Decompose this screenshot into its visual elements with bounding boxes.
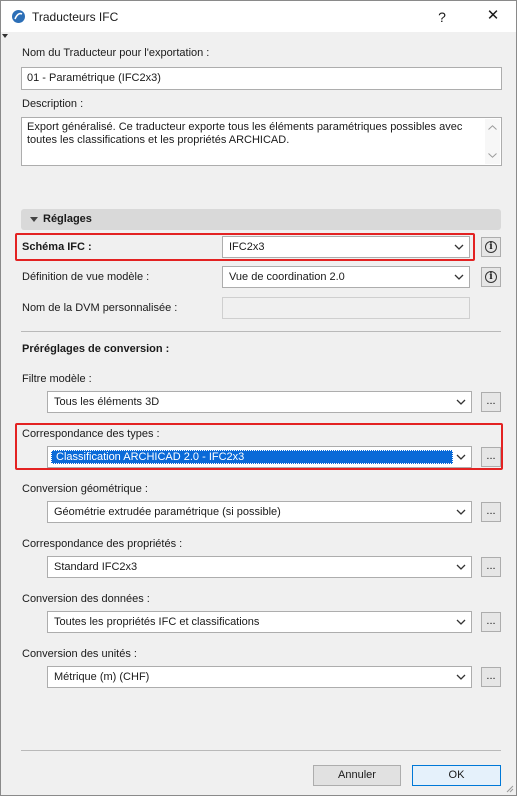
chevron-down-icon — [456, 509, 466, 515]
chevron-down-icon — [456, 564, 466, 570]
chevron-down-icon — [456, 454, 466, 460]
geometry-conversion-value: Géométrie extrudée paramétrique (si poss… — [54, 506, 281, 518]
data-conversion-label: Conversion des données : — [22, 593, 150, 605]
settings-section-title: Réglages — [43, 213, 92, 225]
ifc-schema-select[interactable]: IFC2x3 — [222, 236, 470, 258]
property-mapping-select[interactable]: Standard IFC2x3 — [47, 556, 472, 578]
model-filter-edit-button[interactable]: ... — [481, 392, 501, 412]
chevron-down-icon — [456, 674, 466, 680]
chevron-down-icon — [456, 619, 466, 625]
description-scrollbar[interactable] — [485, 119, 500, 164]
property-mapping-value: Standard IFC2x3 — [54, 561, 138, 573]
model-filter-label: Filtre modèle : — [22, 373, 92, 385]
geometry-conversion-label: Conversion géométrique : — [22, 483, 148, 495]
close-button[interactable]: ✕ — [484, 7, 502, 25]
ifc-schema-value: IFC2x3 — [229, 241, 265, 253]
data-conversion-value: Toutes les propriétés IFC et classificat… — [54, 616, 260, 628]
custom-mvd-input — [222, 297, 470, 319]
mvd-select[interactable]: Vue de coordination 2.0 — [222, 266, 470, 288]
type-mapping-value: Classification ARCHICAD 2.0 - IFC2x3 — [56, 451, 245, 463]
custom-mvd-label: Nom de la DVM personnalisée : — [22, 302, 178, 314]
description-text: Export généralisé. Ce traducteur exporte… — [27, 121, 463, 146]
translator-name-label: Nom du Traducteur pour l'exportation : — [22, 47, 210, 59]
ifc-schema-info-button[interactable]: i — [481, 237, 501, 257]
unit-conversion-edit-button[interactable]: ... — [481, 667, 501, 687]
chevron-down-icon — [454, 244, 464, 250]
mvd-info-button[interactable]: i — [481, 267, 501, 287]
footer-divider — [21, 750, 501, 751]
cancel-button[interactable]: Annuler — [313, 765, 401, 786]
property-mapping-edit-button[interactable]: ... — [481, 557, 501, 577]
mvd-value: Vue de coordination 2.0 — [229, 271, 345, 283]
resize-grip-icon[interactable] — [504, 783, 514, 793]
type-mapping-edit-button[interactable]: ... — [481, 447, 501, 467]
expand-triangle-icon — [30, 217, 38, 222]
archicad-app-icon — [12, 10, 25, 23]
ifc-schema-label: Schéma IFC : — [22, 241, 92, 253]
chevron-down-icon — [456, 399, 466, 405]
description-label: Description : — [22, 98, 84, 110]
model-filter-select[interactable]: Tous les éléments 3D — [47, 391, 472, 413]
type-mapping-label: Correspondance des types : — [22, 428, 160, 440]
data-conversion-edit-button[interactable]: ... — [481, 612, 501, 632]
geometry-conversion-select[interactable]: Géométrie extrudée paramétrique (si poss… — [47, 501, 472, 523]
info-icon: i — [485, 271, 497, 283]
conversion-presets-title: Préréglages de conversion : — [22, 343, 170, 355]
settings-section-header[interactable]: Réglages — [21, 209, 501, 230]
property-mapping-label: Correspondance des propriétés : — [22, 538, 183, 550]
scroll-up-icon[interactable] — [488, 125, 497, 130]
chevron-down-icon — [454, 274, 464, 280]
help-button[interactable]: ? — [433, 8, 451, 26]
ifc-translators-dialog: Traducteurs IFC ? ✕ Nom du Traducteur po… — [0, 0, 517, 796]
collapse-arrow-icon[interactable] — [2, 34, 8, 38]
unit-conversion-value: Métrique (m) (CHF) — [54, 671, 150, 683]
data-conversion-select[interactable]: Toutes les propriétés IFC et classificat… — [47, 611, 472, 633]
geometry-conversion-edit-button[interactable]: ... — [481, 502, 501, 522]
section-divider — [21, 331, 501, 332]
title-bar: Traducteurs IFC ? ✕ — [1, 1, 516, 32]
scroll-down-icon[interactable] — [488, 153, 497, 158]
translator-name-input[interactable]: 01 - Paramétrique (IFC2x3) — [21, 67, 502, 90]
description-textarea[interactable]: Export généralisé. Ce traducteur exporte… — [21, 117, 502, 166]
ok-button[interactable]: OK — [412, 765, 501, 786]
mvd-label: Définition de vue modèle : — [22, 271, 150, 283]
unit-conversion-label: Conversion des unités : — [22, 648, 137, 660]
window-title: Traducteurs IFC — [32, 10, 119, 24]
model-filter-value: Tous les éléments 3D — [54, 396, 160, 408]
type-mapping-select[interactable]: Classification ARCHICAD 2.0 - IFC2x3 — [47, 446, 472, 468]
unit-conversion-select[interactable]: Métrique (m) (CHF) — [47, 666, 472, 688]
info-icon: i — [485, 241, 497, 253]
